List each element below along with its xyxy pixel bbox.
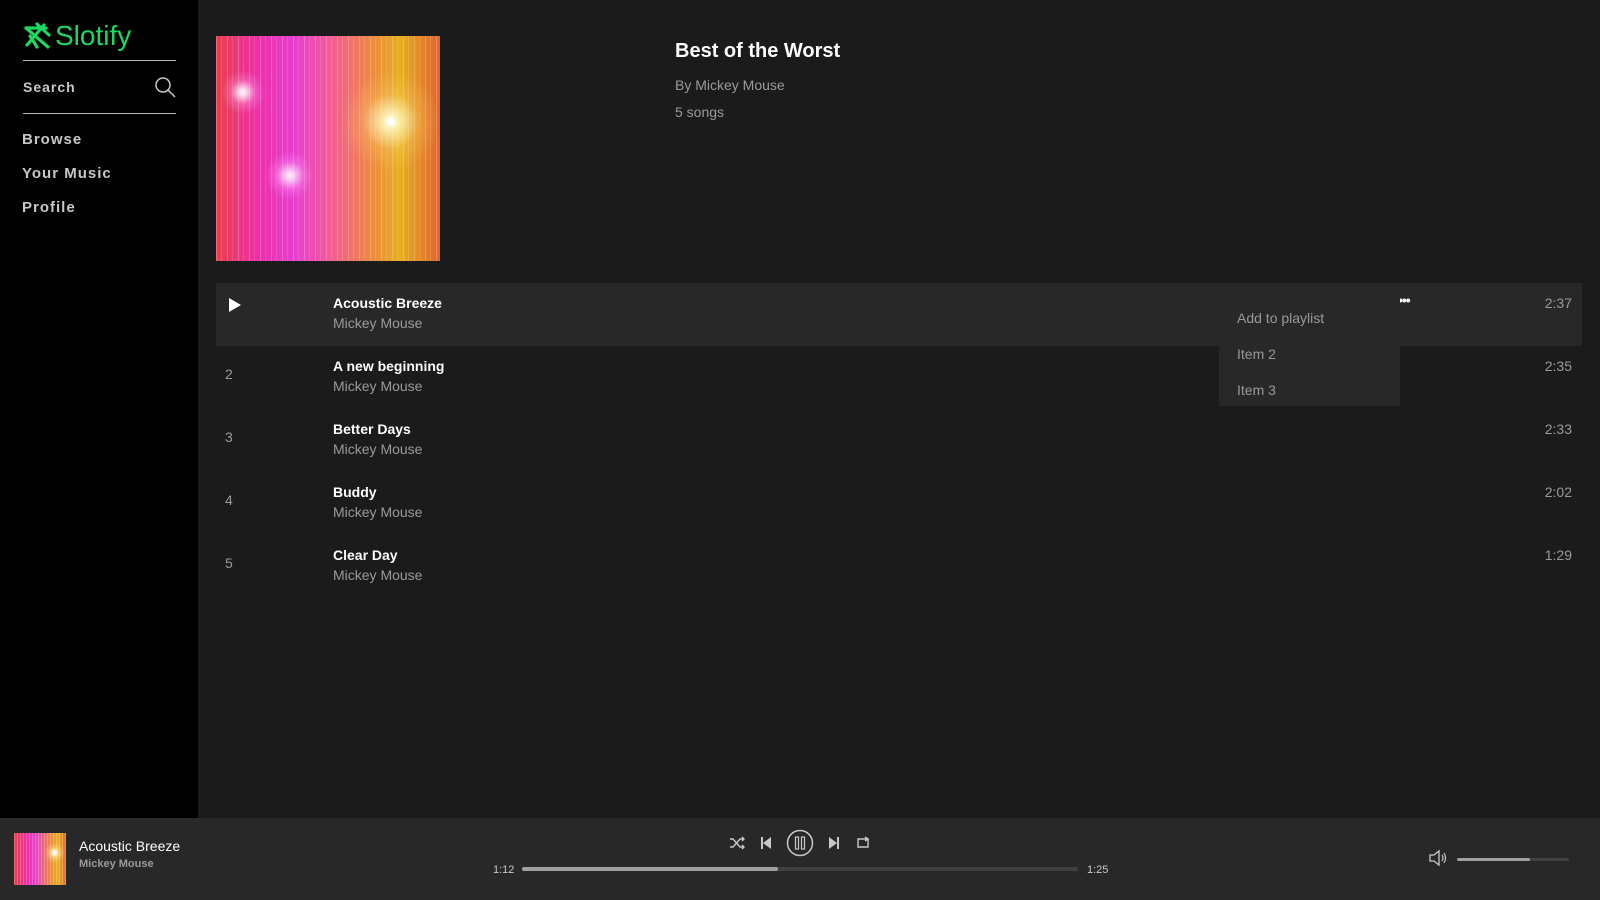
sidebar-item-browse[interactable]: Browse xyxy=(22,128,112,162)
track-duration: 1:29 xyxy=(1544,547,1572,563)
track-duration: 2:02 xyxy=(1544,484,1572,500)
track-artist[interactable]: Mickey Mouse xyxy=(333,378,422,394)
sidebar: Slotify Search Browse Your Music Profile xyxy=(0,0,198,818)
table-row[interactable]: 4 Buddy Mickey Mouse 2:02 xyxy=(216,472,1582,535)
volume-fill xyxy=(1457,858,1530,861)
track-artist[interactable]: Mickey Mouse xyxy=(333,567,422,583)
table-row[interactable]: 3 Better Days Mickey Mouse 2:33 xyxy=(216,409,1582,472)
app-name: Slotify xyxy=(55,20,132,51)
track-duration: 2:37 xyxy=(1544,295,1572,311)
pause-button[interactable] xyxy=(786,829,814,857)
menu-item-2[interactable]: Item 2 xyxy=(1219,336,1400,372)
menu-item-add-to-playlist[interactable]: Add to playlist xyxy=(1219,300,1400,336)
track-number: 4 xyxy=(225,492,233,508)
shuffle-button[interactable] xyxy=(728,834,746,852)
album-song-count: 5 songs xyxy=(675,104,725,120)
track-title: Buddy xyxy=(333,484,377,500)
album-owner: By Mickey Mouse xyxy=(675,77,785,93)
next-icon xyxy=(829,837,839,849)
search-label: Search xyxy=(23,79,76,95)
album-cover xyxy=(216,36,440,261)
track-title: Better Days xyxy=(333,421,411,437)
progress-fill xyxy=(522,867,778,871)
now-playing-title[interactable]: Acoustic Breeze xyxy=(79,838,180,854)
repeat-button[interactable] xyxy=(854,834,872,852)
track-number: 3 xyxy=(225,429,233,445)
album-title: Best of the Worst xyxy=(675,40,841,62)
now-playing-bar: Acoustic Breeze Mickey Mouse 1:12 1:25 xyxy=(0,818,1600,900)
table-row[interactable]: 5 Clear Day Mickey Mouse 1:29 xyxy=(216,535,1582,598)
next-button[interactable] xyxy=(825,834,843,852)
previous-icon xyxy=(761,837,771,849)
volume-icon[interactable] xyxy=(1428,849,1448,867)
play-icon[interactable] xyxy=(228,297,242,313)
sidebar-item-your-music[interactable]: Your Music xyxy=(22,162,112,196)
now-playing-cover xyxy=(14,833,66,885)
playback-controls xyxy=(728,829,872,857)
track-title: Clear Day xyxy=(333,547,398,563)
now-playing-artist[interactable]: Mickey Mouse xyxy=(79,858,154,870)
repeat-icon xyxy=(857,836,870,848)
menu-item-3[interactable]: Item 3 xyxy=(1219,372,1400,408)
volume-slider[interactable] xyxy=(1457,858,1569,861)
track-options-menu: Add to playlist Item 2 Item 3 xyxy=(1219,298,1400,406)
track-number: 2 xyxy=(225,366,233,382)
slotify-logo-icon xyxy=(24,22,51,49)
remaining-time: 1:25 xyxy=(1087,864,1109,876)
previous-button[interactable] xyxy=(757,834,775,852)
track-artist[interactable]: Mickey Mouse xyxy=(333,315,422,331)
track-duration: 2:35 xyxy=(1544,358,1572,374)
track-title: A new beginning xyxy=(333,358,445,374)
pause-icon xyxy=(786,829,814,857)
track-artist[interactable]: Mickey Mouse xyxy=(333,504,422,520)
logo[interactable]: Slotify xyxy=(22,20,131,52)
progress-bar[interactable] xyxy=(522,867,1078,871)
sidebar-nav: Browse Your Music Profile xyxy=(22,128,112,230)
search-icon[interactable] xyxy=(154,76,176,98)
track-duration: 2:33 xyxy=(1544,421,1572,437)
shuffle-icon xyxy=(730,836,745,850)
sidebar-item-profile[interactable]: Profile xyxy=(22,196,112,230)
elapsed-time: 1:12 xyxy=(493,864,515,876)
search-link[interactable]: Search xyxy=(23,60,176,114)
track-title: Acoustic Breeze xyxy=(333,295,442,311)
track-artist[interactable]: Mickey Mouse xyxy=(333,441,422,457)
track-number: 5 xyxy=(225,555,233,571)
